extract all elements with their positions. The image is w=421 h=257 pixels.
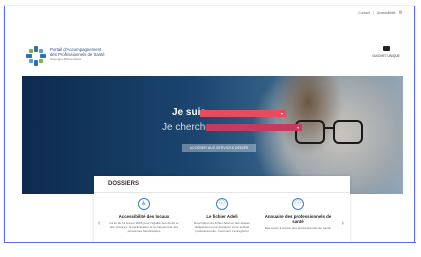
dossier-item-accessibilite[interactable]: ♿ Accessibilité des locaux La loi du 11 …	[108, 198, 180, 233]
top-utility-bar: Contact | Accessibilité ⚙	[22, 9, 403, 17]
logo-text[interactable]: Portail d'Accompagnement des Professionn…	[50, 47, 105, 62]
envelope-icon	[382, 46, 390, 51]
guichet-unique-button[interactable]: GUICHET UNIQUE	[371, 46, 401, 58]
frame-bottom-border	[4, 242, 416, 243]
je-cherche-select[interactable]: ▾	[206, 124, 302, 131]
carousel-next-button[interactable]: ›	[342, 220, 344, 227]
guichet-unique-label: GUICHET UNIQUE	[372, 54, 400, 58]
logo-line-3: Auvergne-Rhône-Alpes	[50, 57, 82, 62]
dossier-title: Accessibilité des locaux	[118, 214, 170, 219]
accessibility-link[interactable]: Accessibilité	[377, 11, 396, 15]
info-icon: ⓘ	[216, 198, 228, 210]
je-cherche-label: Je cherche	[162, 122, 211, 133]
carousel-prev-button[interactable]: ‹	[98, 220, 100, 227]
je-suis-select[interactable]: ▾	[200, 110, 286, 117]
dossier-desc: La loi du 11 février 2005 pour l'égalité…	[109, 221, 179, 233]
browser-frame: Contact | Accessibilité ⚙ Portail d'Acco…	[4, 6, 415, 242]
dossier-title: Le fichier Adeli	[206, 214, 238, 219]
dossier-title: Annuaire des professionnels de santé	[264, 214, 332, 224]
separator: |	[372, 11, 374, 15]
accessibility-icon: ♿	[138, 198, 150, 210]
dossier-desc: Retrouvez à la liste des professionnels …	[264, 226, 332, 230]
dossier-item-annuaire[interactable]: ⓘ Annuaire des professionnels de santé R…	[262, 198, 334, 230]
hero-photo-glasses	[295, 120, 365, 144]
dossier-item-adeli[interactable]: ⓘ Le fichier Adeli Description du fichie…	[186, 198, 258, 233]
dossiers-card: DOSSIERS ‹ ♿ Accessibilité des locaux La…	[94, 176, 350, 242]
info-icon: ⓘ	[292, 198, 304, 210]
access-services-button[interactable]: ACCÉDER AUX SERVICES DÉDIÉS	[182, 144, 256, 152]
chevron-down-icon: ▾	[296, 125, 299, 130]
divider	[94, 192, 350, 193]
chevron-down-icon: ▾	[280, 111, 283, 116]
gear-icon[interactable]: ⚙	[399, 10, 403, 16]
site-header: Portail d'Accompagnement des Professionn…	[22, 36, 403, 76]
contact-link[interactable]: Contact	[358, 11, 370, 15]
logo-icon[interactable]	[26, 46, 46, 66]
dossier-desc: Description du fichier Adeli et des étap…	[194, 221, 250, 233]
dossiers-title: DOSSIERS	[108, 181, 140, 187]
